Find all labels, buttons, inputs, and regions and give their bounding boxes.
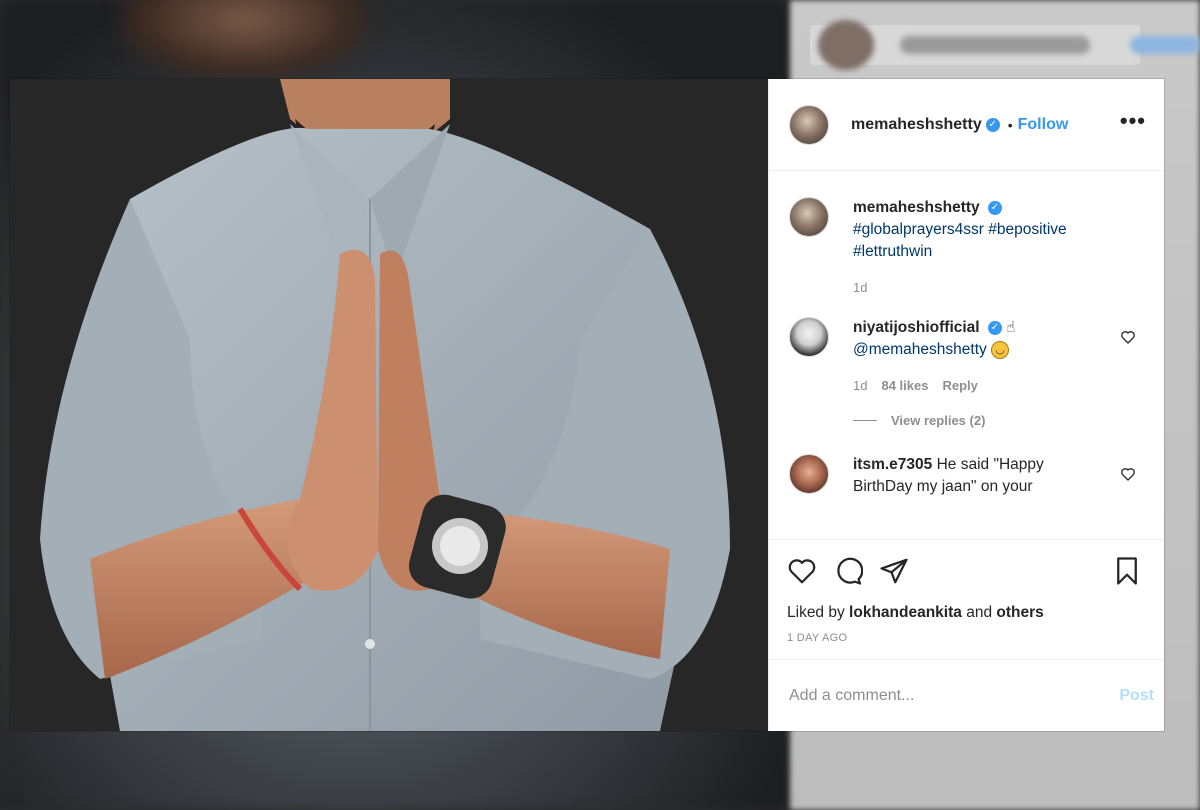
separator-dot: • <box>1007 116 1013 133</box>
comment-like-heart-icon[interactable] <box>1120 466 1136 482</box>
comment-meta: 1d 84 likes Reply <box>853 375 1103 397</box>
comment-item: niyatijoshiofficial ✓ ☝ @memaheshshetty … <box>789 317 1146 397</box>
bookmark-icon[interactable] <box>1112 556 1142 586</box>
comment-like-heart-icon[interactable] <box>1120 329 1136 345</box>
backdrop-follow-blur <box>1130 36 1200 54</box>
comment-input[interactable] <box>789 686 1120 705</box>
follow-button[interactable]: Follow <box>1018 116 1069 134</box>
author-avatar[interactable] <box>789 104 829 145</box>
comments-list[interactable]: memaheshshetty ✓ #globalprayers4ssr #bep… <box>769 171 1164 539</box>
replies-divider <box>853 420 877 421</box>
caption-meta: 1d <box>853 277 1103 299</box>
post-header: memaheshshetty ✓ • Follow ••• <box>769 79 1164 171</box>
commenter-avatar[interactable] <box>789 454 829 494</box>
liked-by-others[interactable]: others <box>996 604 1043 621</box>
paper-plane-icon[interactable] <box>879 556 909 586</box>
comment-time: 1d <box>853 378 868 393</box>
post-timestamp: 1 DAY AGO <box>787 632 848 644</box>
verified-badge-icon: ✓ <box>985 117 1000 132</box>
instagram-post: memaheshshetty ✓ • Follow ••• memaheshsh… <box>10 79 1164 731</box>
post-comment-button[interactable]: Post <box>1119 687 1154 705</box>
view-replies-label: View replies (2) <box>891 413 986 428</box>
ellipsis-icon[interactable]: ••• <box>1120 109 1146 134</box>
caption-username[interactable]: memaheshshetty <box>853 199 980 216</box>
backdrop-name-blur <box>900 36 1090 54</box>
liked-by-user[interactable]: lokhandeankita <box>849 604 962 621</box>
heart-icon[interactable] <box>787 556 817 586</box>
comment-reply-button[interactable]: Reply <box>942 375 977 397</box>
comment-mention[interactable]: @memaheshshetty <box>853 341 987 358</box>
comment-bubble-icon[interactable] <box>833 556 863 586</box>
backdrop-avatar-blur <box>818 20 874 70</box>
post-actions: Liked by lokhandeankita and others 1 DAY… <box>769 539 1164 659</box>
caption-avatar[interactable] <box>789 197 829 237</box>
comment-likes[interactable]: 84 likes <box>881 375 928 397</box>
comment-item: itsm.e7305 He said "Happy BirthDay my ja… <box>789 454 1146 498</box>
comment-username[interactable]: itsm.e7305 <box>853 456 932 473</box>
liked-by-prefix: Liked by <box>787 604 845 621</box>
commenter-avatar[interactable] <box>789 317 829 357</box>
post-sidebar: memaheshshetty ✓ • Follow ••• memaheshsh… <box>768 79 1164 731</box>
smile-emoji-icon: ◡ <box>991 340 1010 359</box>
verified-badge-icon: ✓ <box>987 200 1002 215</box>
view-replies-button[interactable]: View replies (2) <box>853 413 1146 428</box>
comment-body: niyatijoshiofficial ✓ ☝ @memaheshshetty … <box>853 317 1103 397</box>
hand-emoji-icon: ☝ <box>1006 319 1016 336</box>
caption-item: memaheshshetty ✓ #globalprayers4ssr #bep… <box>789 197 1146 299</box>
man-namaste-illustration <box>10 79 768 731</box>
liked-by-and: and <box>966 604 993 621</box>
add-comment-section: Post <box>769 659 1164 731</box>
action-icons <box>787 556 1146 586</box>
post-photo[interactable] <box>10 79 768 731</box>
caption-hashtags-line2[interactable]: #lettruthwin <box>853 243 932 260</box>
caption-hashtags-line1[interactable]: #globalprayers4ssr #bepositive <box>853 221 1067 238</box>
comment-username[interactable]: niyatijoshiofficial <box>853 319 980 336</box>
backdrop-face-blur <box>120 0 370 80</box>
caption-body: memaheshshetty ✓ #globalprayers4ssr #bep… <box>853 197 1103 299</box>
liked-by-text: Liked by lokhandeankita and others <box>787 604 1146 622</box>
caption-time: 1d <box>853 280 868 295</box>
verified-badge-icon: ✓ <box>987 320 1002 335</box>
author-username[interactable]: memaheshshetty <box>851 116 982 134</box>
comment-body: itsm.e7305 He said "Happy BirthDay my ja… <box>853 454 1103 498</box>
